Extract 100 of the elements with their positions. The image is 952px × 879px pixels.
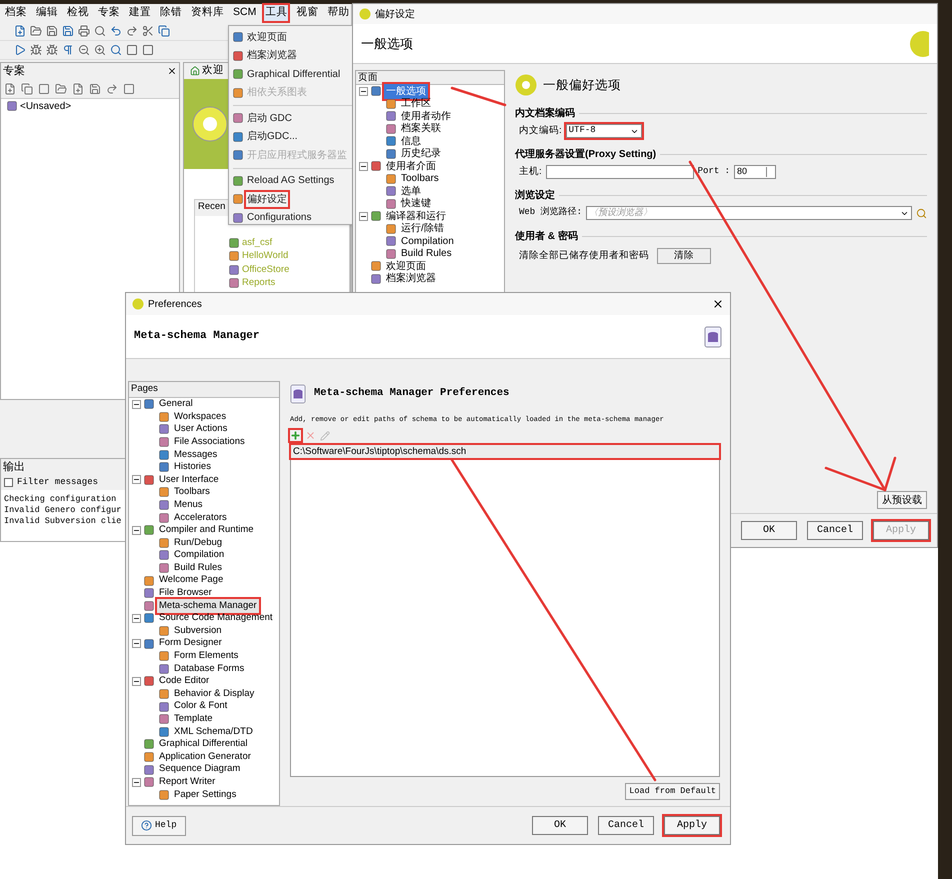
tree-item[interactable]: User Actions: [172, 422, 230, 437]
list-item[interactable]: C:\Software\FourJs\tiptop\schema\ds.sch: [291, 444, 719, 458]
tree-item[interactable]: 一般选项: [384, 84, 428, 99]
close-icon[interactable]: [167, 66, 177, 76]
dialog-button[interactable]: Apply: [664, 816, 720, 835]
dialog-button[interactable]: Cancel: [807, 521, 863, 540]
toolbar-icon[interactable]: [106, 82, 118, 94]
save-icon[interactable]: [62, 25, 74, 37]
collapse-icon[interactable]: [132, 676, 141, 686]
menu-item[interactable]: 启动GDC...: [246, 129, 299, 144]
pilcrow-icon[interactable]: [62, 44, 74, 56]
open-folder-icon[interactable]: [30, 25, 42, 37]
tree-item[interactable]: Menus: [172, 498, 205, 512]
menu-item[interactable]: SCM: [232, 5, 258, 21]
tree-item[interactable]: 使用者介面: [384, 158, 438, 174]
tree-item[interactable]: Application Generator: [157, 750, 253, 764]
tree-item[interactable]: XML Schema/DTD: [172, 724, 255, 739]
tree-item[interactable]: Compilation: [399, 234, 456, 249]
tree-item[interactable]: 选单: [399, 184, 423, 199]
tree-item[interactable]: 使用者动作: [399, 108, 453, 124]
tree-item[interactable]: Report Writer: [157, 774, 218, 790]
toolbar-icon[interactable]: [38, 82, 50, 94]
square-icon[interactable]: [126, 44, 138, 56]
tree-item[interactable]: 编译器和运行: [384, 208, 448, 224]
search-icon[interactable]: [916, 208, 927, 218]
collapse-icon[interactable]: [359, 212, 368, 221]
tree-item[interactable]: Graphical Differential: [157, 737, 250, 752]
tree-item[interactable]: Accelerators: [172, 510, 229, 525]
tree-item[interactable]: Compiler and Runtime: [157, 523, 256, 538]
checkbox[interactable]: [4, 478, 13, 487]
undo-icon[interactable]: [110, 25, 122, 37]
dialog-button[interactable]: OK: [741, 521, 797, 540]
menu-item[interactable]: 专案: [97, 5, 121, 21]
tree-item[interactable]: Database Forms: [172, 662, 246, 676]
load-default-button[interactable]: Load from Default: [625, 783, 720, 800]
tree-item[interactable]: 历史纪录: [399, 146, 443, 162]
tree-item[interactable]: Histories: [172, 460, 213, 474]
encoding-dropdown[interactable]: UTF-8: [566, 124, 642, 138]
collapse-icon[interactable]: [132, 400, 141, 409]
collapse-icon[interactable]: [132, 778, 141, 787]
tree-item[interactable]: 档案浏览器: [384, 271, 438, 286]
tree-item[interactable]: Compilation: [172, 548, 226, 563]
print-icon[interactable]: [78, 25, 90, 37]
tree-item[interactable]: 工作区: [399, 96, 433, 112]
menu-item[interactable]: Graphical Differential: [246, 66, 342, 82]
menu-item[interactable]: 工具: [264, 5, 288, 21]
clear-button[interactable]: 清除: [657, 248, 711, 264]
tree-item[interactable]: Meta-schema Manager: [157, 598, 259, 613]
toolbar-icon[interactable]: [55, 82, 67, 94]
tree-item[interactable]: 信息: [399, 134, 423, 149]
tree-item[interactable]: Code Editor: [157, 674, 212, 688]
collapse-icon[interactable]: [359, 162, 368, 171]
menu-item[interactable]: 启动 GDC: [246, 110, 293, 126]
tree-item[interactable]: Build Rules: [172, 560, 224, 576]
menu-item[interactable]: 档案浏览器: [246, 48, 298, 64]
toolbar-icon[interactable]: [72, 82, 84, 94]
bug-icon[interactable]: [30, 44, 42, 56]
menu-item[interactable]: 编辑: [35, 5, 59, 21]
play-icon[interactable]: [14, 44, 26, 56]
tree-item[interactable]: Toolbars: [399, 171, 441, 186]
tree-item[interactable]: Form Elements: [172, 649, 240, 664]
tree-item[interactable]: Build Rules: [399, 246, 454, 262]
load-default-button[interactable]: 从预设载: [877, 491, 927, 509]
tree-item[interactable]: 欢迎页面: [384, 258, 428, 274]
tree-item[interactable]: User Interface: [157, 472, 221, 487]
port-spinner[interactable]: 80: [734, 165, 776, 179]
tree-item[interactable]: File Associations: [172, 434, 247, 450]
tree-item[interactable]: Color & Font: [172, 699, 230, 714]
menu-item[interactable]: 除错: [159, 5, 183, 21]
menu-item[interactable]: 检视: [66, 5, 90, 21]
tree-item[interactable]: 快速键: [399, 196, 433, 212]
tree-item[interactable]: Toolbars: [172, 485, 212, 500]
tree-item[interactable]: Form Designer: [157, 636, 224, 651]
zoom-out-icon[interactable]: [78, 44, 90, 56]
dialog-button[interactable]: Cancel: [598, 816, 654, 835]
toolbar-icon[interactable]: [4, 82, 16, 94]
search-icon[interactable]: [94, 25, 106, 37]
zoom-in-icon[interactable]: [94, 44, 106, 56]
welcome-tab[interactable]: 欢迎: [184, 63, 230, 79]
close-icon[interactable]: [712, 298, 724, 310]
tree-item[interactable]: Sequence Diagram: [157, 762, 242, 777]
dialog-button[interactable]: OK: [532, 816, 588, 835]
tree-item[interactable]: General: [157, 397, 195, 412]
menu-item[interactable]: 资料库: [190, 5, 225, 21]
copy-icon[interactable]: [158, 25, 170, 37]
tree-item[interactable]: Workspaces: [172, 410, 228, 424]
tree-item[interactable]: Paper Settings: [172, 788, 238, 802]
menu-item[interactable]: 档案: [4, 5, 28, 21]
new-file-icon[interactable]: [14, 25, 26, 37]
bug-icon[interactable]: [46, 44, 58, 56]
tree-item[interactable]: Template: [172, 712, 215, 726]
menu-item[interactable]: 建置: [128, 5, 152, 21]
collapse-icon[interactable]: [359, 86, 368, 96]
tree-item[interactable]: Run/Debug: [172, 536, 224, 550]
collapse-icon[interactable]: [132, 526, 141, 535]
tree-item[interactable]: Welcome Page: [157, 573, 226, 588]
search-icon[interactable]: [110, 44, 122, 56]
tree-item[interactable]: File Browser: [157, 586, 214, 600]
menu-item[interactable]: Reload AG Settings: [246, 173, 336, 188]
tree-item[interactable]: Messages: [172, 448, 220, 462]
